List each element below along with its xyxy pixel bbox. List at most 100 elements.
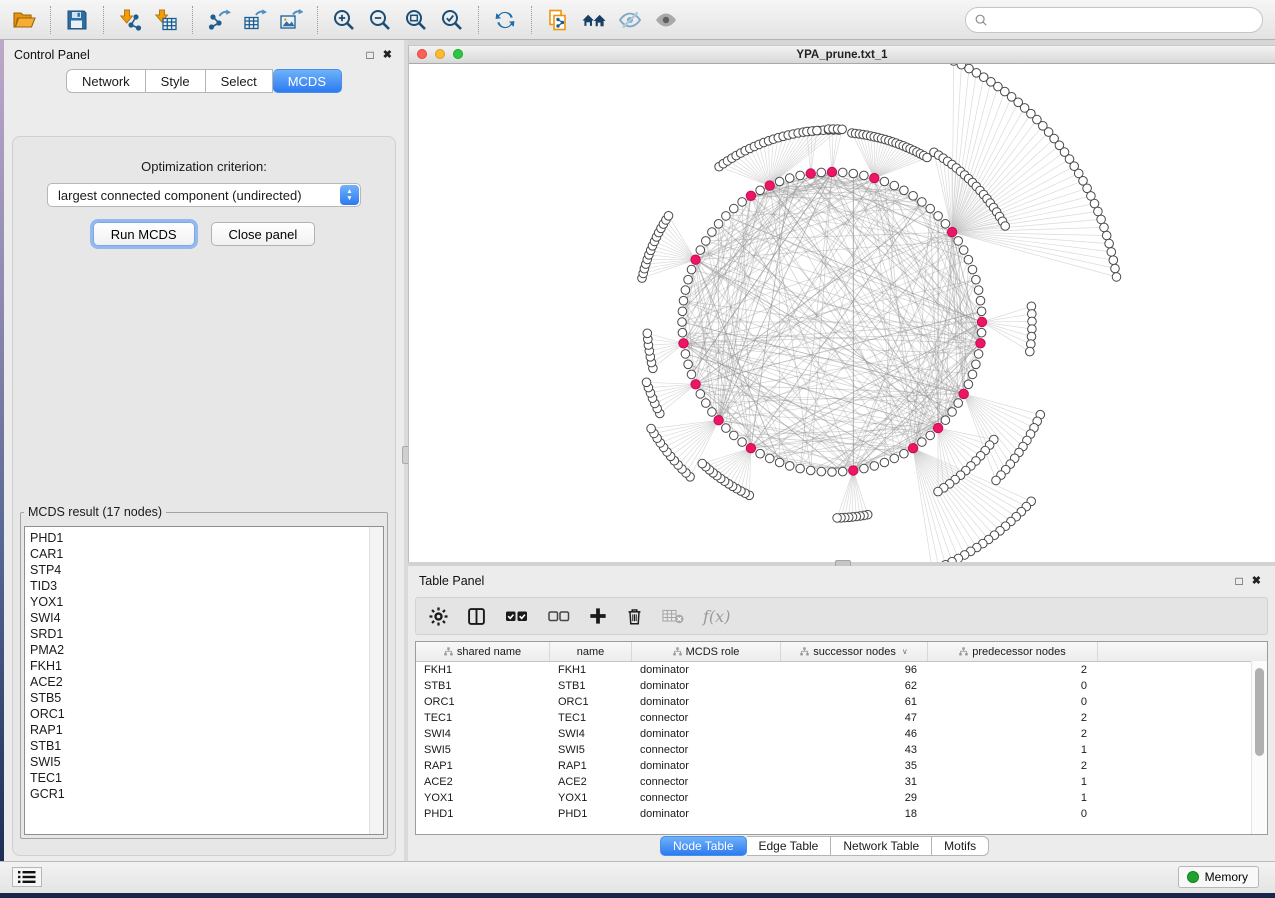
table-cell[interactable]: 0: [928, 680, 1098, 692]
table-options-button[interactable]: [429, 607, 448, 626]
network-node[interactable]: [730, 204, 739, 213]
network-node[interactable]: [838, 125, 847, 134]
table-cell[interactable]: ACE2: [416, 776, 550, 788]
network-node[interactable]: [817, 168, 826, 177]
clear-selection-button[interactable]: [548, 608, 570, 624]
mcds-node[interactable]: [870, 173, 879, 182]
mcds-node[interactable]: [806, 169, 815, 178]
mcds-node[interactable]: [679, 339, 688, 348]
mcds-result-item[interactable]: SWI4: [30, 610, 369, 626]
tab-network-table[interactable]: Network Table: [831, 836, 932, 856]
network-node[interactable]: [687, 370, 696, 379]
table-cell[interactable]: RAP1: [550, 760, 632, 772]
network-node[interactable]: [992, 476, 1001, 485]
tab-select[interactable]: Select: [206, 69, 273, 93]
network-node[interactable]: [941, 416, 950, 425]
table-cell[interactable]: 35: [781, 760, 928, 772]
mcds-result-item[interactable]: TEC1: [30, 770, 369, 786]
mcds-result-item[interactable]: TID3: [30, 578, 369, 594]
table-cell[interactable]: SWI4: [416, 728, 550, 740]
network-node[interactable]: [968, 265, 977, 274]
network-node[interactable]: [1100, 223, 1109, 232]
table-cell[interactable]: YOX1: [416, 792, 550, 804]
network-node[interactable]: [1107, 248, 1116, 257]
table-cell[interactable]: 2: [928, 712, 1098, 724]
table-row[interactable]: TEC1TEC1connector472: [416, 710, 1267, 726]
network-node[interactable]: [714, 220, 723, 229]
float-panel-icon[interactable]: □: [367, 50, 374, 61]
close-panel-icon[interactable]: ✖: [1252, 576, 1261, 587]
table-cell[interactable]: SWI5: [416, 744, 550, 756]
network-node[interactable]: [849, 169, 858, 178]
import-table-button[interactable]: [148, 4, 184, 36]
table-cell[interactable]: 2: [928, 760, 1098, 772]
column-header-successor-nodes[interactable]: successor nodes∨: [781, 642, 928, 661]
table-cell[interactable]: 46: [781, 728, 928, 740]
mcds-node[interactable]: [746, 191, 755, 200]
network-canvas[interactable]: [409, 64, 1275, 563]
network-node[interactable]: [702, 237, 711, 246]
network-node[interactable]: [1001, 222, 1010, 231]
network-node[interactable]: [918, 438, 927, 447]
table-cell[interactable]: 0: [928, 696, 1098, 708]
network-node[interactable]: [681, 350, 690, 359]
network-node[interactable]: [738, 438, 747, 447]
network-node[interactable]: [687, 265, 696, 274]
mcds-result-item[interactable]: SWI5: [30, 754, 369, 770]
mcds-node[interactable]: [959, 389, 968, 398]
network-node[interactable]: [870, 462, 879, 471]
network-node[interactable]: [696, 246, 705, 255]
network-node[interactable]: [880, 177, 889, 186]
network-node[interactable]: [1111, 264, 1120, 273]
table-cell[interactable]: YOX1: [550, 792, 632, 804]
tab-motifs[interactable]: Motifs: [932, 836, 989, 856]
network-node[interactable]: [722, 212, 731, 221]
network-node[interactable]: [806, 466, 815, 475]
network-node[interactable]: [796, 171, 805, 180]
network-node[interactable]: [977, 328, 986, 337]
network-node[interactable]: [890, 181, 899, 190]
table-scrollbar[interactable]: [1251, 661, 1267, 834]
export-image-button[interactable]: [273, 4, 309, 36]
clone-network-button[interactable]: [540, 4, 576, 36]
network-node[interactable]: [860, 464, 869, 473]
table-cell[interactable]: FKH1: [416, 664, 550, 676]
mcds-result-item[interactable]: YOX1: [30, 594, 369, 610]
network-node[interactable]: [708, 408, 717, 417]
mcds-node[interactable]: [746, 444, 755, 453]
window-minimize-icon[interactable]: [435, 49, 445, 59]
close-panel-icon[interactable]: ✖: [383, 50, 392, 61]
network-node[interactable]: [817, 467, 826, 476]
run-mcds-button[interactable]: Run MCDS: [93, 222, 195, 246]
search-input[interactable]: [992, 10, 1262, 30]
mcds-result-item[interactable]: SRD1: [30, 626, 369, 642]
table-cell[interactable]: connector: [632, 712, 781, 724]
network-node[interactable]: [1112, 273, 1121, 282]
table-cell[interactable]: 96: [781, 664, 928, 676]
network-node[interactable]: [738, 198, 747, 207]
mcds-node[interactable]: [933, 423, 942, 432]
network-node[interactable]: [948, 408, 957, 417]
window-close-icon[interactable]: [417, 49, 427, 59]
table-cell[interactable]: SWI4: [550, 728, 632, 740]
table-cell[interactable]: connector: [632, 776, 781, 788]
mcds-result-item[interactable]: GCR1: [30, 786, 369, 802]
network-node[interactable]: [756, 449, 765, 458]
network-node[interactable]: [684, 275, 693, 284]
result-scrollbar[interactable]: [369, 527, 383, 834]
mcds-node[interactable]: [976, 339, 985, 348]
network-node[interactable]: [972, 360, 981, 369]
mcds-node[interactable]: [908, 444, 917, 453]
table-cell[interactable]: 47: [781, 712, 928, 724]
network-node[interactable]: [796, 464, 805, 473]
table-cell[interactable]: 0: [928, 808, 1098, 820]
tab-mcds[interactable]: MCDS: [273, 69, 342, 93]
tab-node-table[interactable]: Node Table: [660, 836, 747, 856]
table-scrollbar-thumb[interactable]: [1255, 668, 1264, 756]
refresh-button[interactable]: [487, 4, 523, 36]
network-node[interactable]: [1102, 231, 1111, 240]
network-node[interactable]: [934, 212, 943, 221]
network-node[interactable]: [722, 424, 731, 433]
mcds-result-item[interactable]: RAP1: [30, 722, 369, 738]
table-cell[interactable]: dominator: [632, 696, 781, 708]
